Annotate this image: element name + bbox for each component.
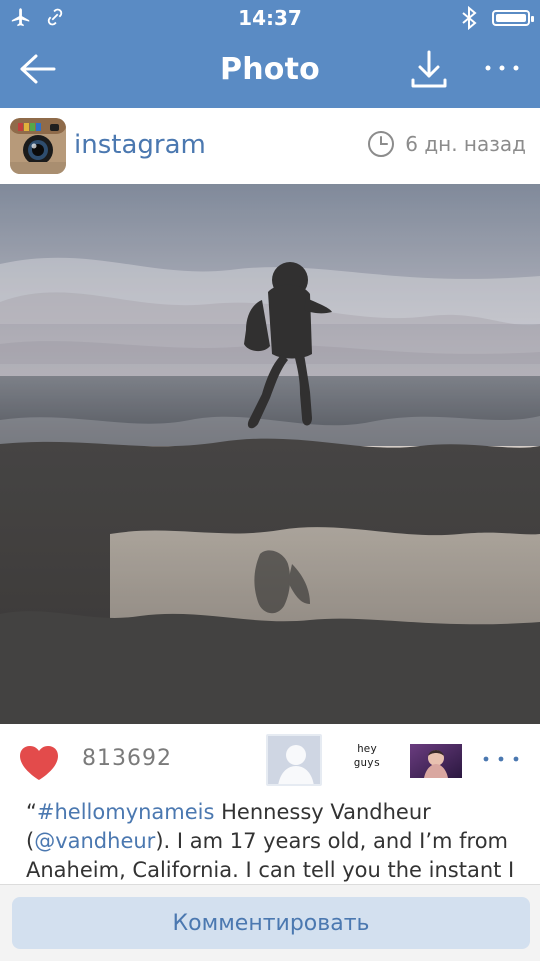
- bluetooth-icon: [462, 6, 477, 30]
- likes-row: 813692 hey guys: [0, 724, 540, 794]
- caption-hashtag[interactable]: #hellomynameis: [37, 800, 215, 824]
- nav-bar: Photo: [0, 38, 540, 104]
- clock-icon: [368, 131, 395, 157]
- comment-button[interactable]: Комментировать: [12, 897, 530, 949]
- photo-image: [0, 184, 540, 724]
- heart-icon[interactable]: [18, 744, 60, 782]
- caption-mention[interactable]: @vandheur: [34, 829, 155, 853]
- post-author[interactable]: instagram: [74, 130, 206, 160]
- status-time: 14:37: [238, 6, 302, 30]
- status-bar: 14:37: [0, 0, 540, 36]
- instagram-logo-icon: [10, 118, 66, 174]
- liker-text-line1: hey: [357, 742, 377, 755]
- post-caption: “#hellomynameis Hennessy Vandheur (@vand…: [26, 798, 526, 885]
- app-header: 14:37 Photo: [0, 0, 540, 108]
- liker-photo-image: [410, 744, 462, 778]
- user-silhouette-icon: [268, 736, 320, 784]
- download-icon[interactable]: [406, 46, 452, 92]
- liker-avatar-text[interactable]: hey guys: [350, 742, 384, 786]
- liker-avatar-placeholder[interactable]: [266, 734, 322, 786]
- post-header: instagram 6 дн. назад: [0, 108, 540, 184]
- likes-more-icon[interactable]: [476, 744, 526, 774]
- more-horizontal-icon[interactable]: [480, 48, 524, 88]
- caption-open-quote: “: [26, 800, 37, 824]
- post-photo[interactable]: [0, 184, 540, 724]
- post-time: 6 дн. назад: [367, 130, 526, 158]
- author-avatar[interactable]: [10, 118, 66, 174]
- liker-avatar-photo[interactable]: [410, 744, 462, 778]
- bottom-bar: Комментировать: [0, 884, 540, 961]
- liker-text-line2: guys: [353, 756, 381, 769]
- page-title: Photo: [220, 52, 320, 87]
- battery-icon: [492, 10, 534, 26]
- like-count[interactable]: 813692: [82, 746, 172, 771]
- time-ago: 6 дн. назад: [405, 132, 526, 156]
